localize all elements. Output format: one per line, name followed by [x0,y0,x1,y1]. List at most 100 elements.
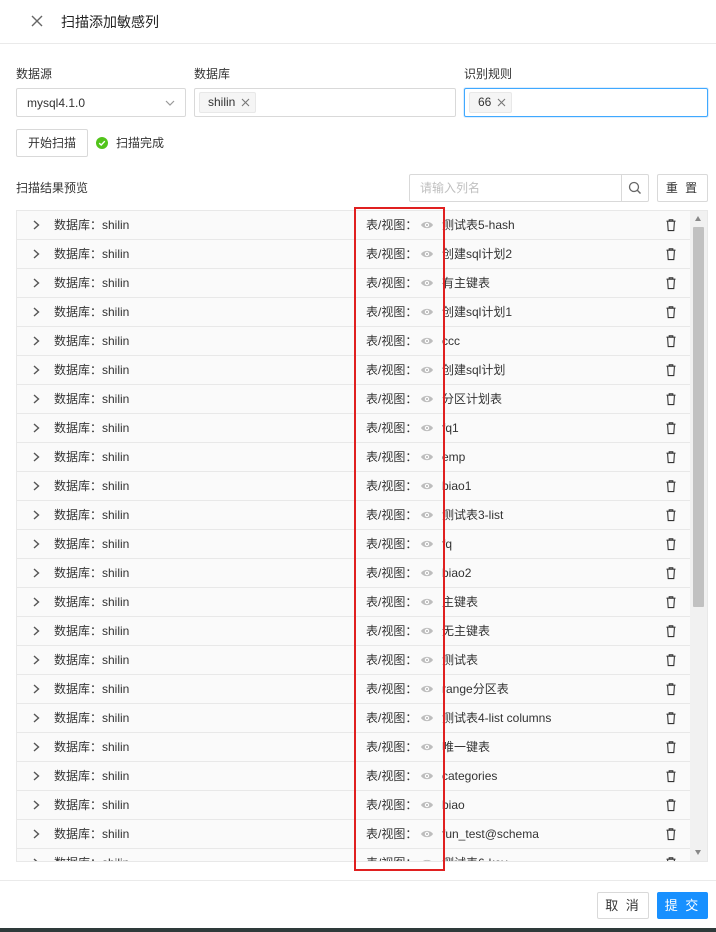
table-row[interactable]: 数据库：shilin 表/视图： 分区计划表 [17,385,691,414]
scroll-up-icon[interactable] [695,216,701,221]
table-row[interactable]: 数据库：shilin 表/视图： 测试表5-hash [17,211,691,240]
search-icon[interactable] [628,181,642,195]
trash-icon[interactable] [665,653,677,667]
chevron-right-icon[interactable] [30,218,42,232]
chevron-right-icon[interactable] [30,276,42,290]
trash-icon[interactable] [665,566,677,580]
trash-icon[interactable] [665,595,677,609]
table-row[interactable]: 数据库：shilin 表/视图： categories [17,762,691,791]
scroll-down-icon[interactable] [695,850,701,855]
database-select[interactable]: shilin [194,88,456,117]
chevron-right-icon[interactable] [30,711,42,725]
rule-label: 识别规则 [464,67,513,81]
rule-select[interactable]: 66 [464,88,708,117]
table-row[interactable]: 数据库：shilin 表/视图： 测试表 [17,646,691,675]
trash-icon[interactable] [665,479,677,493]
chevron-right-icon[interactable] [30,653,42,667]
trash-icon[interactable] [665,827,677,841]
row-table-name: 测试表6-key [442,856,507,861]
table-row[interactable]: 数据库：shilin 表/视图： 创建sql计划2 [17,240,691,269]
table-row[interactable]: 数据库：shilin 表/视图： 测试表4-list columns [17,704,691,733]
close-icon[interactable] [26,10,48,32]
table-row[interactable]: 数据库：shilin 表/视图： biao [17,791,691,820]
trash-icon[interactable] [665,798,677,812]
table-row[interactable]: 数据库：shilin 表/视图： 测试表3-list [17,501,691,530]
chevron-right-icon[interactable] [30,798,42,812]
trash-icon[interactable] [665,508,677,522]
reset-button[interactable]: 重 置 [657,174,708,202]
table-row[interactable]: 数据库：shilin 表/视图： 唯一键表 [17,733,691,762]
trash-icon[interactable] [665,769,677,783]
trash-icon[interactable] [665,711,677,725]
trash-icon[interactable] [665,421,677,435]
trash-icon[interactable] [665,682,677,696]
row-database: 数据库：shilin [54,769,130,783]
trash-icon[interactable] [665,740,677,754]
row-table-label: 表/视图： [366,276,418,290]
row-table-label: 表/视图： [366,595,418,609]
chevron-right-icon[interactable] [30,450,42,464]
datasource-select[interactable]: mysql4.1.0 [16,88,186,117]
eye-icon [421,540,433,548]
trash-icon[interactable] [665,624,677,638]
chevron-right-icon[interactable] [30,827,42,841]
table-row[interactable]: 数据库：shilin 表/视图： emp [17,443,691,472]
list-scrollbar[interactable] [690,211,707,861]
chevron-right-icon[interactable] [30,479,42,493]
row-table-label: 表/视图： [366,334,418,348]
chevron-right-icon[interactable] [30,247,42,261]
chevron-right-icon[interactable] [30,363,42,377]
database-label: 数据库 [194,67,231,81]
table-row[interactable]: 数据库：shilin 表/视图： 创建sql计划 [17,356,691,385]
chevron-right-icon[interactable] [30,392,42,406]
table-row[interactable]: 数据库：shilin 表/视图： 测试表6-key [17,849,691,862]
trash-icon[interactable] [665,276,677,290]
cancel-button[interactable]: 取 消 [597,892,649,919]
column-search-input[interactable] [410,175,621,201]
table-row[interactable]: 数据库：shilin 表/视图： ccc [17,327,691,356]
chevron-right-icon[interactable] [30,740,42,754]
eye-icon [421,308,433,316]
submit-button[interactable]: 提 交 [657,892,708,919]
table-row[interactable]: 数据库：shilin 表/视图： 无主键表 [17,617,691,646]
table-row[interactable]: 数据库：shilin 表/视图： range分区表 [17,675,691,704]
table-row[interactable]: 数据库：shilin 表/视图： fun_test@schema [17,820,691,849]
chevron-right-icon[interactable] [30,334,42,348]
table-row[interactable]: 数据库：shilin 表/视图： fq1 [17,414,691,443]
row-table-label: 表/视图： [366,798,418,812]
tag-close-icon[interactable] [241,98,250,107]
scroll-thumb[interactable] [693,227,704,607]
chevron-right-icon[interactable] [30,508,42,522]
table-row[interactable]: 数据库：shilin 表/视图： 主键表 [17,588,691,617]
eye-icon [421,395,433,403]
preview-label: 扫描结果预览 [16,181,89,195]
table-row[interactable]: 数据库：shilin 表/视图： fq [17,530,691,559]
chevron-right-icon[interactable] [30,682,42,696]
trash-icon[interactable] [665,218,677,232]
row-table-label: 表/视图： [366,566,418,580]
table-row[interactable]: 数据库：shilin 表/视图： biao1 [17,472,691,501]
trash-icon[interactable] [665,363,677,377]
trash-icon[interactable] [665,537,677,551]
tag-close-icon[interactable] [497,98,506,107]
chevron-right-icon[interactable] [30,566,42,580]
table-row[interactable]: 数据库：shilin 表/视图： biao2 [17,559,691,588]
table-row[interactable]: 数据库：shilin 表/视图： 有主键表 [17,269,691,298]
chevron-right-icon[interactable] [30,624,42,638]
chevron-right-icon[interactable] [30,856,42,862]
chevron-right-icon[interactable] [30,537,42,551]
trash-icon[interactable] [665,247,677,261]
trash-icon[interactable] [665,305,677,319]
chevron-right-icon[interactable] [30,769,42,783]
search-divider [621,175,622,201]
chevron-right-icon[interactable] [30,305,42,319]
trash-icon[interactable] [665,334,677,348]
eye-icon [421,511,433,519]
start-scan-button[interactable]: 开始扫描 [16,129,88,157]
trash-icon[interactable] [665,450,677,464]
chevron-right-icon[interactable] [30,421,42,435]
trash-icon[interactable] [665,392,677,406]
trash-icon[interactable] [665,856,677,862]
table-row[interactable]: 数据库：shilin 表/视图： 创建sql计划1 [17,298,691,327]
chevron-right-icon[interactable] [30,595,42,609]
